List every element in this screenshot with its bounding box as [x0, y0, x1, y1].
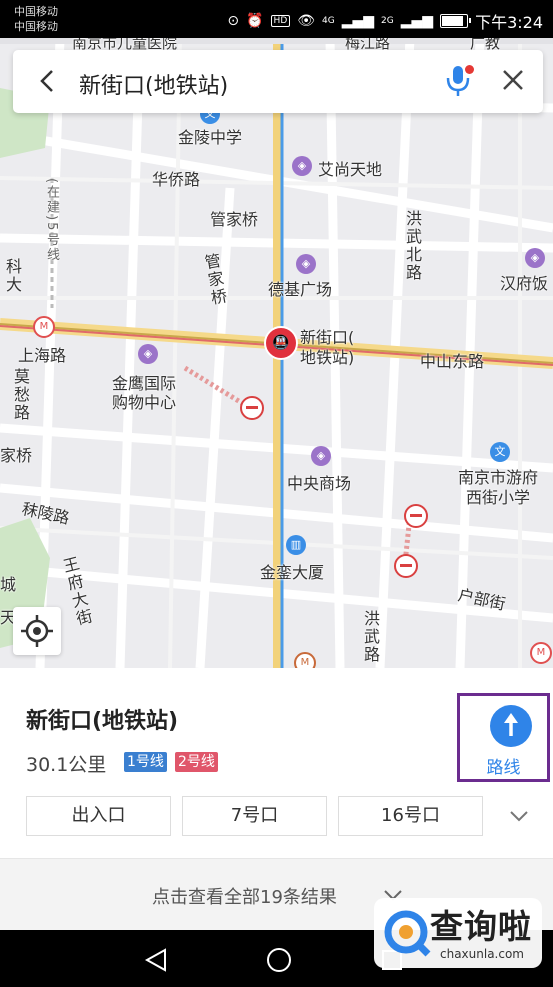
watermark-url: chaxunla.com: [440, 947, 524, 961]
route-arrow-icon: [490, 705, 532, 747]
map-label: 地铁站): [300, 348, 355, 367]
road-closed-icon[interactable]: [240, 396, 264, 420]
alarm-icon: ⏰: [246, 13, 264, 29]
map-label: 洪武北路: [403, 210, 422, 282]
map-label: 西街小学: [466, 488, 531, 507]
road-closed-icon[interactable]: [404, 504, 428, 528]
map-label: 艾尚天地: [318, 160, 383, 179]
map-label: 家桥: [0, 446, 33, 465]
metro-line-badge: 2号线: [175, 752, 218, 772]
map-label: 城: [0, 575, 17, 594]
map-label: 科大: [3, 258, 22, 294]
metro-icon[interactable]: M: [294, 652, 316, 668]
school-icon[interactable]: 文: [490, 442, 510, 462]
signal-icon: ▂▄▆: [341, 13, 375, 29]
watermark-title: 查询啦: [430, 907, 532, 946]
map-label: 洪武路: [361, 610, 380, 664]
map-label: 中央商场: [287, 474, 352, 493]
metro-station-icon[interactable]: 🚇: [264, 326, 298, 360]
clock: 下午3:24: [475, 13, 543, 32]
map-label: 购物中心: [112, 393, 177, 412]
shopping-icon[interactable]: ◈: [311, 446, 331, 466]
more-results-label: 点击查看全部19条结果: [152, 887, 337, 908]
map-label: 上海路: [18, 346, 67, 365]
network-4g-label: 4G: [322, 16, 335, 26]
exit-button[interactable]: 出入口: [26, 796, 171, 836]
map-label: 华侨路: [152, 170, 201, 189]
back-arrow-icon[interactable]: [33, 66, 63, 96]
metro-line-badge: 1号线: [124, 752, 167, 772]
place-info-panel: 新街口(地铁站) 30.1公里 1号线 2号线 路线 出入口 7号口 16号口: [0, 668, 553, 858]
shopping-icon[interactable]: ◈: [525, 248, 545, 268]
metro-icon[interactable]: M: [530, 642, 552, 664]
nav-back-icon[interactable]: [143, 947, 169, 977]
shopping-icon[interactable]: ◈: [138, 344, 158, 364]
locate-button[interactable]: [13, 607, 61, 655]
map-view[interactable]: 南京市儿童医院 梅江路 广教 文 金陵中学 ◈ 艾尚天地 华侨路 管家桥 洪武北…: [0, 38, 553, 668]
map-label: (在建)5号线: [44, 178, 59, 263]
map-label: 莫愁路: [11, 368, 30, 422]
distance-label: 30.1公里: [26, 754, 107, 776]
shopping-icon[interactable]: ◈: [296, 254, 316, 274]
metro-icon[interactable]: M: [33, 316, 55, 338]
road-closed-icon[interactable]: [394, 554, 418, 578]
place-title: 新街口(地铁站): [26, 709, 179, 734]
route-label: 路线: [486, 758, 521, 778]
route-button[interactable]: 路线: [457, 693, 550, 782]
map-label: 金銮大厦: [260, 563, 325, 582]
battery-icon: [440, 14, 472, 28]
status-bar: 中国移动 中国移动 ⊙ ⏰ HD 👁 4G ▂▄▆ 2G ▂▄▆ 下午3:24: [0, 0, 553, 38]
exit-button[interactable]: 7号口: [182, 796, 327, 836]
building-icon[interactable]: ▥: [286, 535, 306, 555]
eye-icon: 👁: [297, 13, 316, 29]
hd-badge: HD: [270, 15, 291, 27]
map-label: 汉府饭: [500, 274, 549, 293]
nav-home-icon[interactable]: [265, 946, 293, 978]
exit-button[interactable]: 16号口: [338, 796, 483, 836]
location-icon: ⊙: [227, 13, 240, 29]
map-label: 管家桥: [210, 210, 259, 229]
watermark: 查询啦 chaxunla.com: [374, 898, 542, 968]
carrier-label: 中国移动: [14, 20, 58, 33]
shopping-icon[interactable]: ◈: [292, 156, 312, 176]
status-icons: ⊙ ⏰ HD 👁 4G ▂▄▆ 2G ▂▄▆ 下午3:24: [227, 9, 543, 33]
search-query[interactable]: 新街口(地铁站): [79, 68, 228, 100]
map-label: 中山东路: [420, 352, 485, 371]
search-logo-icon: [384, 910, 431, 957]
crosshair-icon: [21, 615, 53, 647]
map-label: 德基广场: [268, 280, 333, 299]
search-bar[interactable]: 新街口(地铁站): [13, 50, 543, 113]
map-label: 金陵中学: [178, 128, 243, 147]
signal-icon: ▂▄▆: [400, 13, 434, 29]
close-icon[interactable]: [497, 64, 529, 96]
notification-dot: [465, 65, 474, 74]
battery-fill: [442, 16, 463, 26]
network-2g-label: 2G: [381, 16, 394, 26]
carrier-label: 中国移动: [14, 5, 58, 18]
chevron-down-icon[interactable]: [507, 806, 531, 826]
